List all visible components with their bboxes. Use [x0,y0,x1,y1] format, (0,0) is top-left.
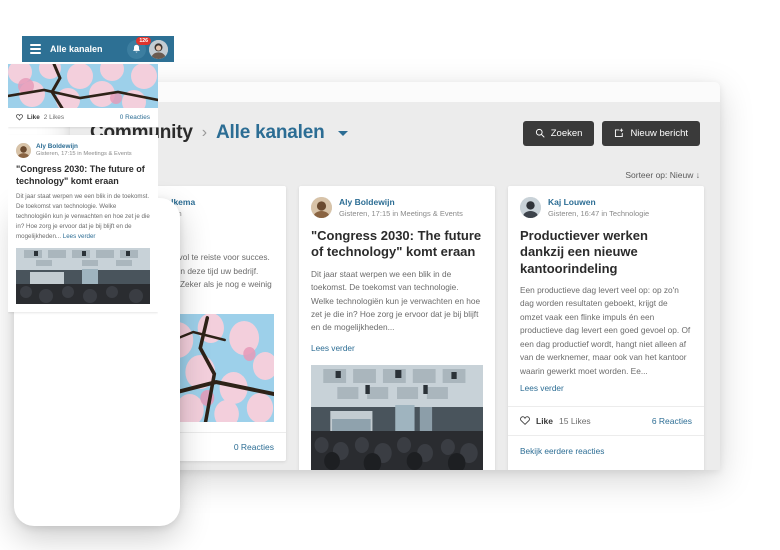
mobile-post-author-name[interactable]: Aly Boldewijn [36,143,132,150]
mobile-post-image-cherry-blossom[interactable] [8,64,158,108]
comment-count-link[interactable]: 6 Reacties [652,416,692,426]
post-author-row: Kaj Louwen Gisteren, 16:47 in Technologi… [520,197,692,219]
post-title[interactable]: Productiever werken dankzij een nieuwe k… [520,228,692,277]
read-more-link[interactable]: Lees verder [311,343,355,353]
like-group[interactable]: Like 15 Likes [520,416,591,426]
chevron-down-icon[interactable] [337,130,348,136]
mobile-post-image-conference-hall[interactable] [16,247,150,304]
breadcrumb-separator-icon: › [201,124,208,141]
notification-badge: 126 [136,36,151,45]
mobile-channel-title[interactable]: Alle kanalen [50,44,127,54]
post-meta: Gisteren, 16:47 in Technologie [548,208,650,218]
mobile-app-header: Alle kanalen 126 [22,36,174,62]
sort-selector[interactable]: Sorteer op: Nieuw ↓ [625,170,700,180]
avatar[interactable] [149,39,168,59]
search-icon [535,128,545,138]
heart-icon [520,416,530,426]
mobile-post-author-row: Aly Boldewijn Gisteren, 17:15 in Meeting… [16,143,150,158]
post-author-name[interactable]: Kaj Louwen [548,197,649,208]
header-actions: Zoeken Nieuw bericht [522,120,700,146]
hamburger-menu-icon[interactable] [30,42,41,56]
post-author-row: Aly Boldewijn Gisteren, 17:15 in Meeting… [311,197,483,219]
breadcrumb-current-channel[interactable]: Alle kanalen [216,122,325,144]
heart-icon [16,114,23,121]
comment-item: Elvin Waals Vandaag, 08:58 Gaaf om te ho… [520,465,692,471]
post-author-info: Aly Boldewijn Gisteren, 17:15 in Meeting… [339,197,463,219]
new-post-icon [615,128,624,138]
post-author-info: Kaj Louwen Gisteren, 16:47 in Technologi… [548,197,649,219]
mobile-like-count: 2 Likes [43,114,65,121]
post-title[interactable]: "Congress 2030: The future of technology… [311,228,483,261]
post-card[interactable]: Aly Boldewijn Gisteren, 17:15 in Meeting… [299,186,495,470]
post-engagement-bar: Like 15 Likes 6 Reacties [508,405,704,435]
avatar-photo-icon [149,39,168,59]
avatar[interactable] [16,143,31,158]
post-card-body: Kaj Louwen Gisteren, 16:47 in Technologi… [508,186,704,396]
window-titlebar [70,82,720,102]
search-button-label: Zoeken [550,127,583,139]
screenshot-stage: Community › Alle kanalen Zoeken Nieuw be… [0,0,780,550]
post-image-conference-hall[interactable] [311,364,483,470]
mobile-comment-count-link[interactable]: 0 Reacties [120,114,150,121]
avatar-photo-icon [520,197,541,218]
mobile-engagement-bar: Like 2 Likes 0 Reacties [8,108,158,127]
post-text: Een productieve dag levert veel op: op z… [520,284,691,376]
avatar[interactable] [311,197,332,218]
view-earlier-comments-link[interactable]: Bekijk eerdere reacties [520,446,692,456]
mobile-post-body: Aly Boldewijn Gisteren, 17:15 in Meeting… [8,135,158,312]
mobile-post-card[interactable]: Like 2 Likes 0 Reacties [8,64,158,127]
new-post-button[interactable]: Nieuw bericht [602,120,700,146]
post-card[interactable]: Kaj Louwen Gisteren, 16:47 in Technologi… [508,186,704,470]
bell-icon [133,44,140,53]
mobile-post-text: Dit jaar staat werpen we een blik in de … [16,192,150,242]
mobile-like-group[interactable]: Like 2 Likes [16,114,64,121]
notifications-button[interactable]: 126 [127,36,151,59]
comment-count-link[interactable]: 0 Reacties [234,442,274,452]
mobile-like-label[interactable]: Like [27,114,40,121]
post-author-name[interactable]: Aly Boldewijn [339,197,463,208]
sort-row: Sorteer op: Nieuw ↓ [70,164,720,186]
avatar[interactable] [520,197,541,218]
comments-section: Bekijk eerdere reacties Elvin Waals Vand… [508,434,704,471]
mobile-post-title[interactable]: "Congress 2030: The future of technology… [16,164,150,187]
post-text: Dit jaar staat werpen we een blik in de … [311,268,481,333]
new-post-button-label: Nieuw bericht [630,127,688,139]
mobile-post-author-info: Aly Boldewijn Gisteren, 17:15 in Meeting… [36,143,132,158]
read-more-link[interactable]: Lees verder [520,383,564,393]
like-count: 15 Likes [559,415,591,426]
like-label[interactable]: Like [536,416,553,426]
avatar-photo-icon [16,143,31,158]
search-button[interactable]: Zoeken [522,120,595,146]
post-card-body: Aly Boldewijn Gisteren, 17:15 in Meeting… [299,186,495,470]
mobile-post-meta: Gisteren, 17:15 in Meetings & Events [36,151,132,157]
page-header: Community › Alle kanalen Zoeken Nieuw be… [70,102,720,164]
mobile-post-card[interactable]: Aly Boldewijn Gisteren, 17:15 in Meeting… [8,135,158,312]
post-meta: Gisteren, 17:15 in Meetings & Events [339,208,463,218]
avatar-photo-icon [311,197,332,218]
mobile-read-more-link[interactable]: Lees verder [63,233,96,240]
mobile-feed: Like 2 Likes 0 Reacties Aly Boldewijn Gi… [8,38,158,328]
